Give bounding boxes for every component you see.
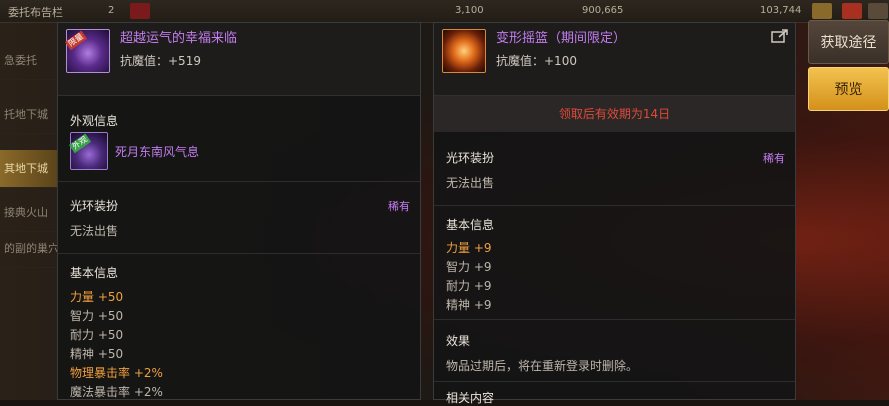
related-title: 相关内容 bbox=[446, 391, 495, 405]
external-link-icon[interactable] bbox=[771, 29, 789, 43]
rarity-label: 稀有 bbox=[388, 200, 410, 213]
stat-line: 力量 +9 bbox=[446, 241, 492, 255]
board-title: 委托布告栏 bbox=[8, 6, 63, 19]
currency-gold: 3,100 bbox=[455, 5, 484, 16]
validity-notice: 领取后有效期为14日 bbox=[434, 96, 795, 132]
stat-line: 力量 +50 bbox=[70, 290, 124, 304]
magic-resistance: 抗魔值：+519 bbox=[120, 54, 201, 68]
close-tab-icon[interactable] bbox=[130, 3, 150, 19]
stat-line: 精神 +50 bbox=[70, 347, 124, 361]
preview-button[interactable]: 预览 bbox=[808, 67, 889, 111]
stat-line: 物理暴击率 +2% bbox=[70, 366, 163, 380]
currency-coins: 103,744 bbox=[760, 5, 802, 16]
rarity-label: 稀有 bbox=[763, 152, 785, 165]
currency-points: 900,665 bbox=[582, 5, 624, 16]
stat-line: 耐力 +50 bbox=[70, 328, 124, 342]
divider bbox=[58, 253, 420, 254]
gift-icon[interactable] bbox=[842, 3, 862, 19]
basic-info-title: 基本信息 bbox=[446, 218, 495, 232]
nav-item-other-dungeon[interactable]: 其地下城 bbox=[0, 150, 57, 188]
shop-icon[interactable] bbox=[812, 3, 832, 19]
stat-line: 智力 +50 bbox=[70, 309, 124, 323]
nav-item-urgent[interactable]: 急委托 bbox=[0, 42, 57, 80]
appearance-title: 外观信息 bbox=[70, 114, 119, 128]
magic-resistance: 抗魔值：+100 bbox=[496, 54, 577, 68]
divider bbox=[434, 319, 795, 320]
appearance-item-name: 死月东南风气息 bbox=[115, 145, 200, 159]
no-sale-label: 无法出售 bbox=[446, 176, 495, 190]
stat-line: 智力 +9 bbox=[446, 260, 492, 274]
stat-line: 耐力 +9 bbox=[446, 279, 492, 293]
divider bbox=[434, 205, 795, 206]
divider bbox=[434, 381, 795, 382]
top-bar: 委托布告栏 2 3,100 900,665 103,744 bbox=[0, 0, 889, 23]
limited-badge: 限量 bbox=[65, 30, 88, 51]
get-path-button[interactable]: 获取途径 bbox=[808, 20, 889, 64]
aura-title: 光环装扮 bbox=[70, 199, 119, 213]
nav-item-dungeon[interactable]: 托地下城 bbox=[0, 96, 57, 134]
no-sale-label: 无法出售 bbox=[70, 224, 119, 238]
item-header: 变形摇篮（期间限定） 抗魔值：+100 bbox=[434, 23, 795, 96]
stat-line: 魔法暴击率 +2% bbox=[70, 385, 163, 399]
basic-info-title: 基本信息 bbox=[70, 266, 119, 280]
left-nav: 急委托 托地下城 其地下城 接典火山 的副的巢穴 bbox=[0, 22, 57, 400]
effect-title: 效果 bbox=[446, 334, 471, 348]
menu-icon[interactable] bbox=[868, 3, 888, 19]
item-name: 超越运气的幸福来临 bbox=[120, 31, 238, 46]
nav-item-volcano[interactable]: 接典火山 bbox=[0, 194, 57, 232]
item-tooltip-right: 变形摇篮（期间限定） 抗魔值：+100 领取后有效期为14日 光环装扮 稀有 无… bbox=[433, 22, 796, 405]
appearance-item-icon[interactable]: 外观 bbox=[69, 132, 108, 170]
item-name: 变形摇篮（期间限定） bbox=[496, 31, 627, 46]
aura-title: 光环装扮 bbox=[446, 151, 495, 165]
divider bbox=[58, 181, 420, 182]
aura-item-icon[interactable]: 限量 bbox=[65, 29, 110, 73]
stat-line: 精神 +9 bbox=[446, 298, 492, 312]
item-header: 限量 超越运气的幸福来临 抗魔值：+519 bbox=[58, 23, 420, 96]
item-tooltip-left: 限量 超越运气的幸福来临 抗魔值：+519 外观信息 外观 死月东南风气息 光环… bbox=[57, 22, 421, 400]
badge-count: 2 bbox=[108, 5, 115, 16]
appearance-badge: 外观 bbox=[69, 133, 92, 154]
nav-item-nest[interactable]: 的副的巢穴 bbox=[0, 230, 57, 268]
effect-text: 物品过期后，将在重新登录时删除。 bbox=[446, 359, 639, 373]
cradle-item-icon[interactable] bbox=[442, 29, 486, 73]
